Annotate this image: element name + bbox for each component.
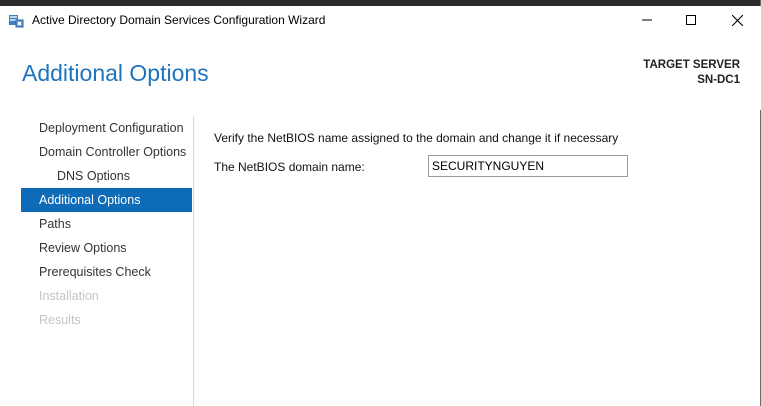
nav-item-review-options[interactable]: Review Options [21,236,192,260]
server-manager-app-icon [8,12,24,28]
close-button[interactable] [714,6,760,34]
netbios-name-label: The NetBIOS domain name: [214,160,365,174]
target-server-name: SN-DC1 [697,74,740,86]
minimize-button[interactable] [624,6,670,34]
nav-divider [193,116,194,406]
nav-item-dns-options[interactable]: DNS Options [21,164,192,188]
wizard-header: Additional Options TARGET SERVER SN-DC1 [0,34,761,110]
nav-item-prerequisites-check[interactable]: Prerequisites Check [21,260,192,284]
title-bar[interactable]: Active Directory Domain Services Configu… [0,6,761,34]
close-icon [731,14,743,26]
netbios-name-input[interactable] [428,155,628,177]
target-server-label: TARGET SERVER [643,59,740,71]
nav-item-results: Results [39,313,81,327]
instruction-text: Verify the NetBIOS name assigned to the … [214,131,619,145]
nav-item-domain-controller-options[interactable]: Domain Controller Options [21,140,192,164]
minimize-icon [642,19,652,21]
maximize-icon [686,15,696,25]
wizard-steps-nav: Deployment Configuration Domain Controll… [21,116,192,332]
maximize-button[interactable] [668,6,714,34]
nav-item-installation: Installation [39,289,99,303]
page-title: Additional Options [22,60,209,86]
nav-item-paths[interactable]: Paths [21,212,192,236]
nav-item-deployment-configuration[interactable]: Deployment Configuration [21,116,192,140]
window-title: Active Directory Domain Services Configu… [32,13,326,27]
nav-item-additional-options[interactable]: Additional Options [21,188,192,212]
